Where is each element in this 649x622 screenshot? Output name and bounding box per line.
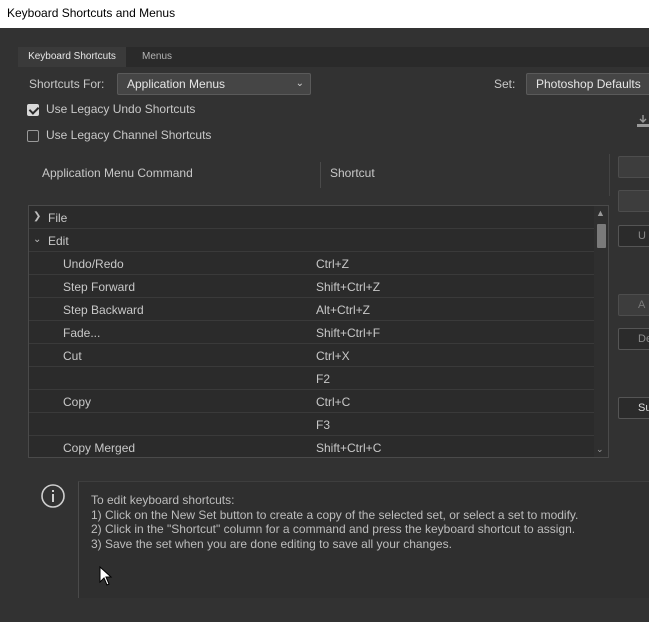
instruction-step: 2) Click in the "Shortcut" column for a … bbox=[91, 522, 576, 536]
row-shortcut[interactable]: Ctrl+C bbox=[316, 395, 350, 409]
table-row[interactable]: Cut Ctrl+X bbox=[29, 344, 595, 367]
chevron-down-icon[interactable]: ⌄ bbox=[596, 444, 604, 455]
legacy-undo-label: Use Legacy Undo Shortcuts bbox=[46, 102, 196, 116]
title-bar: Keyboard Shortcuts and Menus bbox=[0, 0, 649, 28]
instruction-step: 3) Save the set when you are done editin… bbox=[91, 536, 452, 551]
legacy-channel-label: Use Legacy Channel Shortcuts bbox=[46, 128, 212, 142]
list-scrollbar[interactable]: ▲ ⌄ bbox=[594, 206, 608, 457]
row-command: Copy Merged bbox=[63, 441, 136, 455]
row-shortcut[interactable]: Shift+Ctrl+C bbox=[316, 441, 381, 455]
row-shortcut[interactable]: Ctrl+X bbox=[316, 349, 350, 363]
set-value: Photoshop Defaults bbox=[536, 77, 641, 91]
chevron-down-icon: ⌄ bbox=[295, 78, 304, 89]
chevron-up-icon[interactable]: ▲ bbox=[596, 208, 605, 218]
row-command: Copy bbox=[63, 395, 92, 409]
shortcuts-for-label: Shortcuts For: bbox=[29, 77, 105, 91]
table-row[interactable]: Step Forward Shift+Ctrl+Z bbox=[29, 275, 595, 298]
row-command: Undo/Redo bbox=[63, 257, 124, 271]
set-label: Set: bbox=[494, 77, 516, 91]
summarize-button[interactable]: Su bbox=[618, 397, 649, 419]
table-row[interactable]: Fade... Shift+Ctrl+F bbox=[29, 321, 595, 344]
column-header-command[interactable]: Application Menu Command bbox=[42, 166, 193, 180]
chevron-down-icon[interactable]: ⌄ bbox=[33, 234, 41, 245]
table-row[interactable]: ❯ File bbox=[29, 206, 595, 229]
delete-shortcut-button[interactable]: De bbox=[618, 328, 649, 350]
table-row[interactable]: Copy Ctrl+C bbox=[29, 390, 595, 413]
shortcut-list[interactable]: ❯ File ⌄ Edit Undo/Redo Ctrl+Z Step Forw… bbox=[28, 205, 609, 458]
row-shortcut[interactable]: Ctrl+Z bbox=[316, 257, 349, 271]
shortcuts-for-select[interactable]: Application Menus ⌄ bbox=[117, 73, 311, 95]
table-row[interactable]: ⌄ Edit bbox=[29, 229, 595, 252]
tab-keyboard-shortcuts[interactable]: Keyboard Shortcuts bbox=[18, 47, 126, 67]
chevron-right-icon[interactable]: ❯ bbox=[33, 211, 41, 222]
table-row[interactable]: Undo/Redo Ctrl+Z bbox=[29, 252, 595, 275]
row-command: Edit bbox=[48, 234, 69, 248]
instructions-text: To edit keyboard shortcuts: 1) Click on … bbox=[91, 493, 578, 551]
tab-menus[interactable]: Menus bbox=[126, 47, 188, 67]
panel-divider bbox=[609, 154, 610, 196]
add-shortcut-button[interactable]: A bbox=[618, 294, 649, 316]
instructions-heading: To edit keyboard shortcuts: bbox=[91, 493, 235, 507]
shortcuts-for-value: Application Menus bbox=[127, 77, 226, 91]
legacy-channel-checkbox[interactable] bbox=[27, 130, 39, 142]
column-header-shortcut[interactable]: Shortcut bbox=[330, 166, 375, 180]
row-shortcut[interactable]: Alt+Ctrl+Z bbox=[316, 303, 370, 317]
row-command: Step Forward bbox=[63, 280, 136, 294]
row-command: File bbox=[48, 211, 68, 225]
right-button-1[interactable] bbox=[618, 156, 649, 178]
right-button-2[interactable] bbox=[618, 190, 649, 212]
info-icon bbox=[41, 484, 65, 508]
row-shortcut[interactable]: F2 bbox=[316, 372, 330, 386]
instruction-step: 1) Click on the New Set button to create… bbox=[91, 507, 579, 522]
row-shortcut[interactable]: Shift+Ctrl+Z bbox=[316, 280, 380, 294]
table-row[interactable]: F3 bbox=[29, 413, 595, 436]
window-title: Keyboard Shortcuts and Menus bbox=[7, 6, 176, 20]
tab-bar: Keyboard Shortcuts Menus bbox=[18, 47, 649, 67]
mouse-pointer-icon bbox=[99, 566, 113, 586]
row-command: Cut bbox=[63, 349, 82, 363]
row-shortcut[interactable]: F3 bbox=[316, 418, 330, 432]
legacy-undo-checkbox[interactable] bbox=[27, 104, 39, 116]
table-row[interactable]: Step Backward Alt+Ctrl+Z bbox=[29, 298, 595, 321]
table-row[interactable]: F2 bbox=[29, 367, 595, 390]
column-divider bbox=[320, 162, 321, 188]
row-command: Step Backward bbox=[63, 303, 144, 317]
set-select[interactable]: Photoshop Defaults bbox=[526, 73, 649, 95]
scrollbar-thumb[interactable] bbox=[597, 224, 606, 248]
row-shortcut[interactable]: Shift+Ctrl+F bbox=[316, 326, 380, 340]
instructions-panel: To edit keyboard shortcuts: 1) Click on … bbox=[78, 481, 649, 598]
undo-button[interactable]: U bbox=[618, 225, 649, 247]
save-set-icon[interactable] bbox=[636, 114, 649, 128]
table-row[interactable]: Copy Merged Shift+Ctrl+C bbox=[29, 436, 595, 457]
row-command: Fade... bbox=[63, 326, 101, 340]
